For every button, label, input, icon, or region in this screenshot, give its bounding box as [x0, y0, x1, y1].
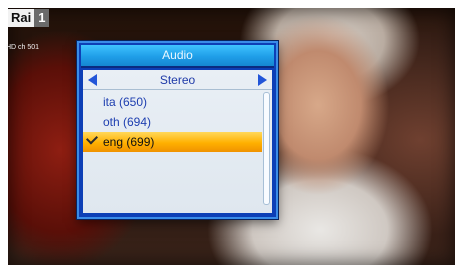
- audio-track-item[interactable]: ita (650): [83, 92, 262, 112]
- logo-text: Rai: [8, 9, 35, 27]
- audio-track-item[interactable]: oth (694): [83, 112, 262, 132]
- arrow-right-icon[interactable]: [257, 73, 267, 86]
- dialog-title: Audio: [81, 45, 274, 68]
- dialog-body: Stereo ita (650) oth (694) eng (699): [83, 70, 272, 213]
- audio-track-item-selected[interactable]: eng (699): [83, 132, 262, 152]
- audio-dialog: Audio Stereo ita (650) oth (694) eng (69…: [77, 41, 278, 219]
- audio-track-label: oth (694): [103, 115, 152, 129]
- channel-logo: Rai 1: [8, 9, 50, 27]
- audio-track-label: ita (650): [103, 95, 148, 109]
- tv-screen: Rai 1 HD ch 501 Audio Stereo ita (650) o…: [0, 0, 463, 273]
- arrow-left-icon[interactable]: [88, 73, 97, 86]
- audio-mode-value: Stereo: [159, 72, 196, 87]
- scrollbar[interactable]: [263, 92, 270, 205]
- checkmark-icon: [85, 132, 99, 145]
- channel-label: HD ch 501: [6, 44, 40, 51]
- audio-track-list: ita (650) oth (694) eng (699): [83, 92, 262, 152]
- audio-track-label: eng (699): [103, 135, 155, 149]
- audio-mode-selector[interactable]: Stereo: [83, 70, 272, 90]
- logo-number: 1: [34, 9, 50, 27]
